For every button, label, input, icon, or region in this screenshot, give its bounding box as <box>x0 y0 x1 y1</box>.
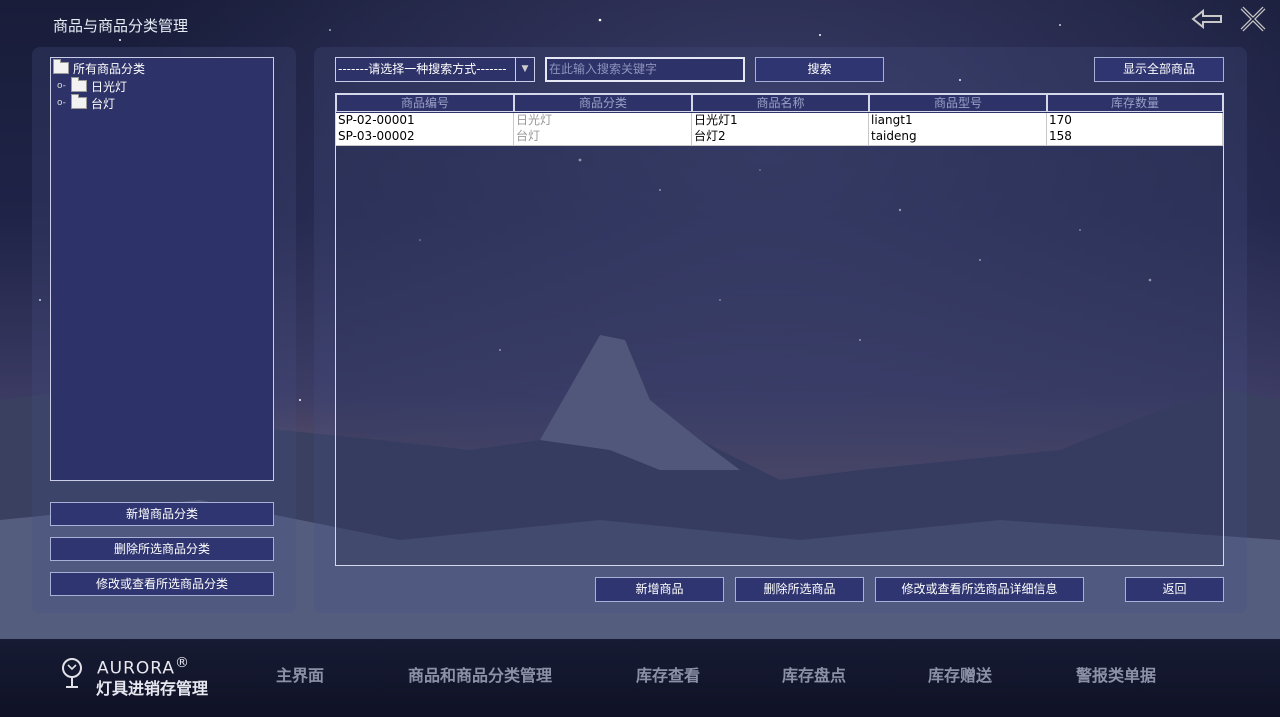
folder-icon <box>71 77 87 92</box>
nav-inventory-gift[interactable]: 库存赠送 <box>928 662 992 686</box>
edit-category-button[interactable]: 修改或查看所选商品分类 <box>50 572 274 596</box>
product-table[interactable]: 商品编号 商品分类 商品名称 商品型号 库存数量 SP-02-00001 日光灯… <box>335 93 1224 566</box>
tree-item-2[interactable]: o- 台灯 <box>57 94 116 111</box>
cell-category: 日光灯 <box>514 113 692 129</box>
tree-root-label: 所有商品分类 <box>73 61 146 76</box>
tree-item-label: 台灯 <box>91 96 116 111</box>
cell-code: SP-02-00001 <box>336 113 514 129</box>
cell-code: SP-03-00002 <box>336 129 514 145</box>
brand-reg: ® <box>175 655 191 671</box>
column-header[interactable]: 库存数量 <box>1047 94 1223 112</box>
show-all-button[interactable]: 显示全部商品 <box>1094 57 1224 82</box>
delete-product-button[interactable]: 删除所选商品 <box>735 577 864 602</box>
chevron-down-icon[interactable]: ▼ <box>515 58 534 81</box>
cell-stock: 170 <box>1047 113 1223 129</box>
tree-root[interactable]: 所有商品分类 <box>53 59 146 76</box>
folder-icon <box>53 59 69 74</box>
nav-stocktaking[interactable]: 库存盘点 <box>782 662 846 686</box>
table-row[interactable]: SP-02-00001 日光灯 日光灯1 liangt1 170 <box>336 113 1223 129</box>
edit-product-button[interactable]: 修改或查看所选商品详细信息 <box>875 577 1084 602</box>
nav-inventory-view[interactable]: 库存查看 <box>636 662 700 686</box>
back-arrow-icon[interactable] <box>1190 6 1224 32</box>
column-header[interactable]: 商品编号 <box>336 94 514 112</box>
close-icon[interactable] <box>1238 6 1268 32</box>
cell-stock: 158 <box>1047 129 1223 145</box>
search-input[interactable]: 在此输入搜索关键字 <box>545 57 745 82</box>
column-header[interactable]: 商品型号 <box>869 94 1047 112</box>
table-row[interactable]: SP-03-00002 台灯 台灯2 taideng 158 <box>336 129 1223 146</box>
window-title: 商品与商品分类管理 <box>53 17 189 35</box>
delete-category-button[interactable]: 删除所选商品分类 <box>50 537 274 561</box>
search-mode-value: -------请选择一种搜索方式------- <box>338 62 507 76</box>
category-tree[interactable]: 所有商品分类 o- 日光灯 o- 台灯 <box>50 57 274 481</box>
column-header[interactable]: 商品分类 <box>514 94 692 112</box>
nav-product-management[interactable]: 商品和商品分类管理 <box>408 662 552 686</box>
nav-main[interactable]: 主界面 <box>276 662 324 686</box>
search-button[interactable]: 搜索 <box>755 57 884 82</box>
tree-item-1[interactable]: o- 日光灯 <box>57 77 128 94</box>
cell-name: 台灯2 <box>692 129 869 145</box>
tree-item-label: 日光灯 <box>91 79 128 94</box>
cell-name: 日光灯1 <box>692 113 869 129</box>
expand-icon[interactable]: o- <box>57 98 69 108</box>
brand-subtitle: 灯具进销存管理 <box>96 679 209 698</box>
column-header[interactable]: 商品名称 <box>692 94 869 112</box>
add-category-button[interactable]: 新增商品分类 <box>50 502 274 526</box>
cell-model: liangt1 <box>869 113 1047 129</box>
expand-icon[interactable]: o- <box>57 81 69 91</box>
cell-model: taideng <box>869 129 1047 145</box>
add-product-button[interactable]: 新增商品 <box>595 577 724 602</box>
search-mode-select[interactable]: -------请选择一种搜索方式------- ▼ <box>335 57 535 82</box>
lamp-logo-icon <box>60 656 86 693</box>
table-header: 商品编号 商品分类 商品名称 商品型号 库存数量 <box>336 94 1223 114</box>
back-button[interactable]: 返回 <box>1125 577 1224 602</box>
folder-icon <box>71 94 87 109</box>
nav-alert-documents[interactable]: 警报类单据 <box>1076 662 1156 686</box>
cell-category: 台灯 <box>514 129 692 145</box>
